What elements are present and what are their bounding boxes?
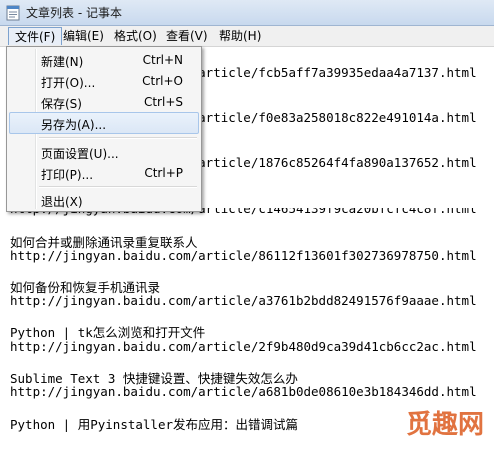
menu-edit[interactable]: 编辑(E) <box>57 27 110 45</box>
menu-item-exit[interactable]: 退出(X) <box>9 189 199 211</box>
menu-item-save-as[interactable]: 另存为(A)... <box>9 112 199 134</box>
watermark: 觅趣网 <box>390 403 490 447</box>
menu-item-page-setup[interactable]: 页面设置(U)... <box>9 141 199 163</box>
menu-bar: 文件(F) 编辑(E) 格式(O) 查看(V) 帮助(H) <box>0 26 494 47</box>
text-line: http://jingyan.baidu.com/article/86112f1… <box>10 248 477 263</box>
menu-format[interactable]: 格式(O) <box>108 27 163 45</box>
text-line: http://jingyan.baidu.com/article/a681b0d… <box>10 384 477 399</box>
menu-view[interactable]: 查看(V) <box>160 27 214 45</box>
notepad-icon <box>6 5 20 21</box>
menu-help[interactable]: 帮助(H) <box>213 27 267 45</box>
title-bar: 文章列表 - 记事本 <box>0 0 494 26</box>
menu-separator <box>39 137 197 139</box>
text-line: http://jingyan.baidu.com/article/2f9b480… <box>10 339 477 354</box>
menu-item-new[interactable]: 新建(N) Ctrl+N <box>9 49 199 71</box>
text-line: http://jingyan.baidu.com/article/a3761b2… <box>10 293 477 308</box>
menu-file[interactable]: 文件(F) <box>8 27 63 45</box>
file-menu-dropdown: 新建(N) Ctrl+N 打开(O)... Ctrl+O 保存(S) Ctrl+… <box>6 46 202 212</box>
menu-item-print[interactable]: 打印(P)... Ctrl+P <box>9 162 199 184</box>
text-line: Python | 用Pyinstaller发布应用：出错调试篇 <box>10 417 299 432</box>
menu-item-save[interactable]: 保存(S) Ctrl+S <box>9 91 199 113</box>
watermark-text: 觅趣网 <box>405 410 484 440</box>
menu-item-open[interactable]: 打开(O)... Ctrl+O <box>9 70 199 92</box>
menu-separator <box>39 186 197 188</box>
window-title: 文章列表 - 记事本 <box>26 6 122 20</box>
